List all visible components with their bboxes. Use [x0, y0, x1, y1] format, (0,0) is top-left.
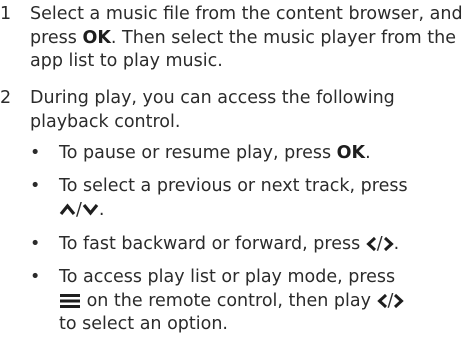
bullet-text-part: To select a previous or next track, pres… [59, 176, 408, 196]
bullet-text-part: To access play list or play mode, press [59, 267, 396, 287]
bullet-list: • To pause or resume play, press OK. • T… [30, 87, 472, 334]
left-chevron-icon [366, 236, 377, 252]
left-chevron-icon [376, 293, 388, 309]
bullet-text-part: . [393, 234, 400, 254]
bullet-text-part: to select an option. [59, 314, 228, 334]
step-1: 1 Select a music file from the content b… [0, 3, 476, 83]
bullet-marker: • [30, 267, 41, 287]
step-text: Select a music file from the content bro… [30, 3, 470, 74]
bullet-text-part: To fast backward or forward, press [59, 234, 366, 254]
bullet-marker: • [30, 234, 41, 254]
down-chevron-icon [82, 203, 99, 216]
instruction-list: 1 Select a music file from the content b… [0, 0, 476, 334]
bullet-text: To fast backward or forward, press /. [59, 233, 472, 257]
bullet-text-part: . [98, 199, 105, 220]
step-number: 2 [0, 88, 12, 108]
right-chevron-icon [393, 293, 405, 309]
bullet-marker: • [30, 176, 41, 196]
menu-icon [59, 293, 81, 309]
bullet-text-part: To pause or resume play, press [59, 143, 337, 163]
step-number: 1 [0, 4, 12, 24]
ok-key-label: OK [82, 27, 111, 48]
bullet-marker: • [30, 143, 41, 163]
up-chevron-icon [59, 203, 76, 216]
bullet-text: To select a previous or next track, pres… [59, 175, 472, 222]
bullet-text: To pause or resume play, press OK. [59, 142, 472, 166]
right-chevron-icon [383, 236, 394, 252]
bullet-text-part: . [365, 143, 371, 163]
bullet-text: To access play list or play mode, press … [59, 266, 472, 337]
bullet-text-part: on the remote control, then play [81, 290, 377, 311]
ok-key-label: OK [336, 143, 366, 163]
step-2: 2 During play, you can access the follow… [0, 87, 476, 334]
